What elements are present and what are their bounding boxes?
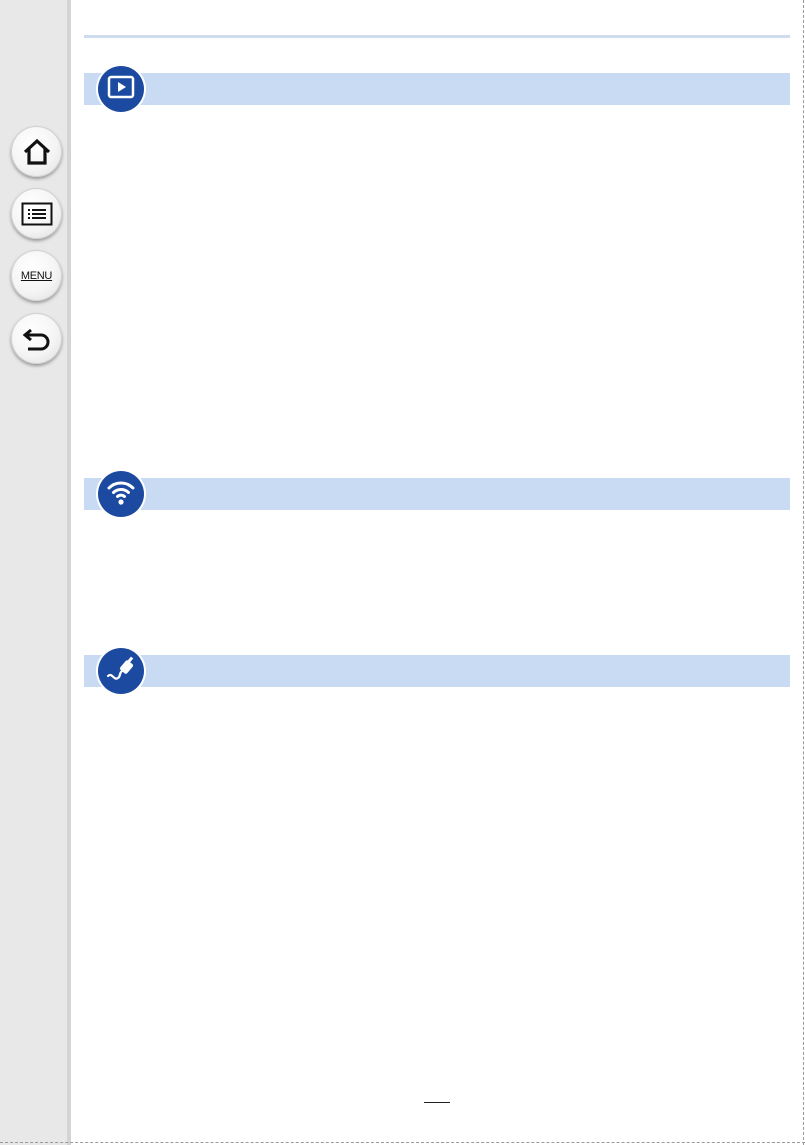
sidebar-divider bbox=[67, 0, 71, 1145]
connection-section-badge bbox=[98, 648, 144, 694]
wifi-icon bbox=[106, 478, 136, 511]
section-header-playback bbox=[84, 73, 790, 105]
playback-section-badge bbox=[98, 66, 144, 112]
home-button[interactable] bbox=[11, 126, 62, 177]
page-edge-bottom bbox=[0, 1142, 805, 1143]
back-arrow-icon bbox=[22, 326, 52, 352]
menu-button[interactable]: MENU bbox=[11, 250, 62, 301]
section-header-wifi bbox=[84, 478, 790, 510]
home-icon bbox=[22, 138, 52, 166]
back-button[interactable] bbox=[11, 313, 62, 364]
page-number bbox=[424, 1102, 450, 1117]
playback-icon bbox=[107, 75, 135, 104]
section-header-connection bbox=[84, 655, 790, 687]
cable-connection-icon bbox=[105, 654, 137, 689]
page-edge-right bbox=[803, 0, 804, 1145]
menu-label: MENU bbox=[20, 269, 53, 282]
list-icon bbox=[21, 202, 53, 226]
contents-button[interactable] bbox=[11, 188, 62, 239]
header-rule bbox=[84, 35, 790, 38]
wifi-section-badge bbox=[98, 471, 144, 517]
